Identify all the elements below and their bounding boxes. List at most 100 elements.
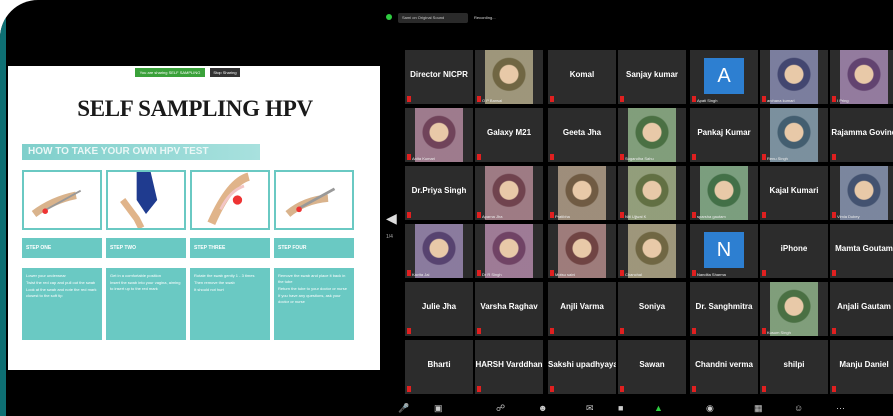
participant-video (770, 282, 818, 336)
participant-tile[interactable]: O P Bansal (475, 50, 543, 104)
participant-tile[interactable]: I Pring (830, 50, 893, 104)
recording-indicator[interactable]: Recording... (474, 13, 534, 23)
participant-label: Motsu saini (555, 272, 576, 277)
participant-name: Julie Jha (421, 302, 457, 311)
camera-icon[interactable]: ▣ (434, 403, 443, 414)
step-line: Insert the swab into your vagina, aiming… (110, 280, 181, 291)
participant-tile[interactable]: Soniya (618, 282, 686, 336)
participant-tile[interactable]: Kajal Kumari (760, 166, 828, 220)
participant-tile[interactable]: Motsu saini (548, 224, 616, 278)
stop-sharing-button[interactable]: Stop Sharing (210, 68, 240, 77)
participant-video (628, 108, 676, 162)
participant-name: Kajal Kumari (769, 186, 819, 195)
participant-label: Pratibha (555, 214, 570, 219)
participant-tile[interactable]: HARSH Varddhan (475, 340, 543, 394)
participant-tile[interactable]: Varsha Raghav (475, 282, 543, 336)
participant-tile[interactable]: Sugandha Sahu (618, 108, 686, 162)
step-line: If you have any questions, ask your doct… (278, 293, 341, 304)
muted-mic-icon (620, 212, 624, 218)
step-line: Get in a comfortable position (110, 273, 161, 278)
original-sound-toggle[interactable]: Sami on Original Sound (398, 13, 468, 23)
participant-label: Aparna Jha (482, 214, 503, 219)
participant-tile[interactable]: sparsha gautam (690, 166, 758, 220)
participant-tile[interactable]: Kavita Jai (405, 224, 473, 278)
mic-icon[interactable]: 🎤 (398, 403, 409, 414)
participant-tile[interactable]: Pratibha (548, 166, 616, 220)
participant-tile[interactable]: Bharti (405, 340, 473, 394)
previous-page-icon[interactable]: ◀ (386, 210, 397, 227)
participant-tile[interactable]: Director NICPR (405, 50, 473, 104)
participant-tile[interactable]: Kusum Singh (760, 282, 828, 336)
participant-tile[interactable]: Rajamma Govind (830, 108, 893, 162)
participant-name: iPhone (780, 244, 808, 253)
meeting-controls: 🎤 ▣ ☍ ☻ ✉ ■ ▲ ◉ ▦ ☺ ⋯ (386, 400, 893, 416)
muted-mic-icon (692, 96, 696, 102)
muted-mic-icon (407, 212, 411, 218)
participant-label: Renu Singh (767, 156, 788, 161)
muted-mic-icon (832, 96, 836, 102)
record-icon[interactable]: ◉ (706, 403, 714, 414)
participant-tile[interactable]: Vimla Dubey (830, 166, 893, 220)
participant-tile[interactable]: Sanjay kumar (618, 50, 686, 104)
participant-tile[interactable]: archana kumari (760, 50, 828, 104)
muted-mic-icon (477, 328, 481, 334)
participant-tile[interactable]: Anita Kumari (405, 108, 473, 162)
muted-mic-icon (477, 96, 481, 102)
participant-name: Geeta Jha (562, 128, 602, 137)
poll-icon[interactable]: ■ (618, 403, 623, 413)
share-screen-icon[interactable]: ▲ (654, 403, 663, 413)
participant-tile[interactable]: Chandni verma (690, 340, 758, 394)
participant-video (485, 224, 533, 278)
participant-tile[interactable]: Mamta Goutam (830, 224, 893, 278)
participant-label: I Pring (837, 98, 849, 103)
participant-tile[interactable]: Sakshi upadhyaya (548, 340, 616, 394)
participant-name: Dr. Sanghmitra (695, 302, 753, 311)
muted-mic-icon (692, 212, 696, 218)
participant-tile[interactable]: Julie Jha (405, 282, 473, 336)
chat-icon[interactable]: ✉ (586, 403, 594, 414)
participant-label: Apati Singh (697, 98, 718, 103)
participant-name: Bharti (427, 360, 451, 369)
participant-video (628, 166, 676, 220)
reactions-icon[interactable]: ☺ (794, 403, 803, 413)
frame-border (0, 0, 6, 416)
participant-label: Kavita Jai (412, 272, 430, 277)
participant-tile[interactable]: Pankaj Kumar (690, 108, 758, 162)
participant-label: O P Bansal (482, 98, 503, 103)
participant-tile[interactable]: shilpi (760, 340, 828, 394)
participant-tile[interactable]: Anjli Varma (548, 282, 616, 336)
muted-mic-icon (692, 328, 696, 334)
step-one-illustration (22, 170, 102, 230)
participant-tile[interactable]: Chanchal (618, 224, 686, 278)
participant-name: Rajamma Govind (831, 128, 893, 137)
participant-tile[interactable]: Komal (548, 50, 616, 104)
participant-tile[interactable]: Niti Ujjwal K (618, 166, 686, 220)
participant-name: shilpi (783, 360, 805, 369)
breakout-icon[interactable]: ▦ (754, 403, 763, 414)
participants-icon[interactable]: ☻ (538, 403, 547, 413)
participant-tile[interactable]: Galaxy M21 (475, 108, 543, 162)
participant-tile[interactable]: Aparna Jha (475, 166, 543, 220)
participant-tile[interactable]: Sawan (618, 340, 686, 394)
participant-tile[interactable]: A Apati Singh (690, 50, 758, 104)
participant-tile[interactable]: Geeta Jha (548, 108, 616, 162)
step-line: Rotate the swab gently 1 - 3 times (194, 273, 255, 278)
muted-mic-icon (407, 328, 411, 334)
participant-name: Anjali Gautam (837, 302, 891, 311)
muted-mic-icon (550, 154, 554, 160)
participant-tile[interactable]: Manju Daniel (830, 340, 893, 394)
participant-tile[interactable]: Dr.Priya Singh (405, 166, 473, 220)
participant-tile[interactable]: N Nandita Sharma (690, 224, 758, 278)
participant-tile[interactable]: Dr. Sanghmitra (690, 282, 758, 336)
security-shield-icon[interactable] (386, 14, 392, 20)
more-icon[interactable]: ⋯ (836, 403, 845, 414)
step-line: Return the tube to your doctor or nurse (278, 286, 347, 291)
participant-tile[interactable]: iPhone (760, 224, 828, 278)
participant-tile[interactable]: Dr R Singh (475, 224, 543, 278)
participant-video (415, 108, 463, 162)
participant-label: Kusum Singh (767, 330, 791, 335)
participant-name: Anjli Varma (560, 302, 604, 311)
security-icon[interactable]: ☍ (496, 403, 505, 414)
participant-tile[interactable]: Anjali Gautam (830, 282, 893, 336)
participant-tile[interactable]: Renu Singh (760, 108, 828, 162)
